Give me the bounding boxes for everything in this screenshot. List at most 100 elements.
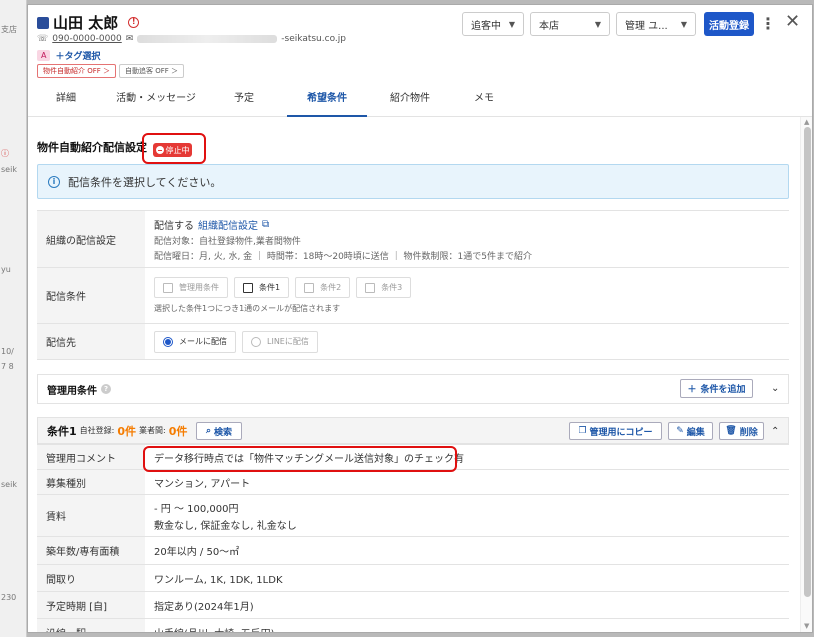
tab-preferences[interactable]: 希望条件 [287, 87, 367, 117]
info-icon: i [48, 175, 60, 188]
row-value: ワンルーム, 1K, 1DK, 1LDK [154, 574, 283, 586]
background-text: 7 8 [1, 362, 14, 371]
scroll-down-icon[interactable]: ▼ [804, 622, 809, 630]
auto-intro-chip[interactable]: 物件自動紹介 OFF ＞ [37, 64, 117, 78]
radio-label: メールに配信 [179, 337, 227, 346]
checkbox-cond1[interactable]: 条件1 [234, 277, 290, 298]
tag-badge: A [37, 50, 51, 61]
row-value: 20年以内 / 50〜㎡ [154, 547, 240, 558]
scrollbar[interactable]: ▲ ▼ [800, 117, 812, 632]
phone-icon: ☏ [37, 34, 49, 44]
highlight-box [142, 133, 206, 164]
checkbox-cond3[interactable]: 条件3 [356, 277, 412, 298]
branch-select[interactable]: 本店 ▼ [530, 12, 610, 36]
row-label: 沿線・駅 [37, 619, 145, 632]
row-value: 指定あり(2024年1月) [154, 601, 254, 613]
row-label: 配信先 [37, 324, 145, 359]
edit-button[interactable]: ✎ 編集 [668, 422, 713, 440]
search-button-label: 検索 [214, 427, 233, 438]
chevron-down-icon: ▼ [594, 19, 601, 29]
copy-to-management-button[interactable]: ❐ 管理用にコピー [569, 422, 662, 440]
section-title: 物件自動紹介配信設定 [37, 141, 147, 154]
org-target: 配信対象：自社登録物件,業者間物件 [154, 236, 301, 247]
help-icon[interactable]: ? [101, 384, 111, 394]
background-alert-icon: ⓘ [1, 149, 9, 158]
radio-label: LINEに配信 [267, 337, 309, 346]
condition-row: 築年数/専有面積 20年以内 / 50〜㎡ [37, 537, 789, 565]
condition-row: 賃料 - 円 〜 100,000円 敷金なし, 保証金なし, 礼金なし [37, 495, 789, 537]
org-schedule: 配信曜日：月, 火, 水, 金 ｜ 時間帯：18時〜20時頃に送信 ｜ 物件数制… [154, 251, 532, 262]
checkbox-box [365, 282, 376, 293]
condition-row: 沿線・駅 山手線(品川, 大崎, 五反田) [37, 619, 789, 633]
branch-select-value: 本店 [539, 20, 559, 32]
management-condition-header: 管理用条件 ? [37, 374, 789, 404]
chevron-down-icon[interactable]: ⌄ [771, 383, 779, 394]
row-label: 管理用コメント [37, 445, 145, 469]
checkbox-label: 管理用条件 [179, 283, 219, 292]
condition-row: 間取り ワンルーム, 1K, 1DK, 1LDK [37, 565, 789, 592]
add-condition-button[interactable]: ＋ 条件を追加 [680, 379, 753, 398]
checkbox-cond2[interactable]: 条件2 [295, 277, 351, 298]
alert-icon[interactable]: ! [128, 17, 140, 28]
plus-icon: ＋ [687, 385, 697, 395]
search-icon: ⌕ [205, 426, 212, 436]
close-icon[interactable]: ✕ [785, 11, 800, 32]
auto-followup-chip[interactable]: 自動追客 OFF ＞ [119, 64, 185, 78]
scroll-up-icon[interactable]: ▲ [804, 118, 809, 126]
checkbox-box [163, 282, 173, 293]
status-select-value: 追客中 [471, 20, 501, 32]
tab-memo[interactable]: メモ [464, 87, 504, 117]
background-text: seik [1, 165, 17, 174]
delete-button[interactable]: 🗑 削除 [719, 422, 764, 440]
manager-select[interactable]: 管理 ユ... ▼ [616, 12, 696, 36]
copy-button-label: 管理用にコピー [589, 427, 653, 438]
edit-button-label: 編集 [686, 427, 705, 438]
checkbox-box [304, 282, 315, 293]
row-label: 間取り [37, 565, 145, 591]
row-label: 募集種別 [37, 470, 145, 494]
condition-checkbox-group: 管理用条件 条件1 条件2 条件3 [154, 277, 789, 298]
tab-schedule[interactable]: 予定 [224, 87, 264, 117]
radio-email[interactable]: メールに配信 [154, 330, 236, 353]
external-link-icon[interactable]: ⧉ [262, 219, 269, 230]
row-value: - 円 〜 100,000円 敷金なし, 保証金なし, 礼金なし [145, 495, 789, 536]
status-select[interactable]: 追客中 ▼ [462, 12, 524, 36]
tab-details[interactable]: 詳細 [46, 87, 86, 117]
condition-row: 募集種別 マンション, アパート [37, 470, 789, 495]
row-value: メールに配信 LINEに配信 [145, 324, 789, 359]
row-value: 管理用条件 条件1 条件2 条件3 選択した条件1つにつき1通のメールが配信され… [145, 268, 789, 323]
tab-introduced[interactable]: 紹介物件 [380, 87, 440, 117]
settings-row: 配信条件 管理用条件 条件1 条件2 条件3 選択した条件1つにつき1通のメール… [37, 268, 789, 324]
row-label: 配信条件 [37, 268, 145, 323]
checkbox-box [243, 282, 253, 293]
add-condition-label: 条件を追加 [700, 385, 746, 395]
tag-select-link[interactable]: ＋タグ選択 [55, 49, 100, 62]
checkbox-kanri[interactable]: 管理用条件 [154, 277, 228, 298]
manager-select-value: 管理 ユ... [625, 20, 668, 32]
mail-icon: ✉ [125, 34, 134, 44]
self-count-label: 自社登録: [79, 426, 115, 435]
broker-count-label: 業者間: [139, 426, 166, 435]
scrollbar-thumb[interactable] [804, 127, 811, 597]
activity-register-button[interactable]: 活動登録 [704, 12, 754, 36]
radio-line[interactable]: LINEに配信 [242, 330, 318, 353]
contact-row: ☏ 090-0000-0000 ✉ -seikatsu.co.jp [37, 34, 346, 44]
email-domain: -seikatsu.co.jp [281, 34, 346, 44]
condition1-title: 条件1 [47, 424, 77, 438]
highlight-box [143, 446, 457, 472]
modal-body: 物件自動紹介配信設定 停止中 i 配信条件を選択してください。 組織の配信設定 … [28, 118, 800, 633]
row-label: 予定時期 [自] [37, 592, 145, 618]
phone-link[interactable]: 090-0000-0000 [52, 34, 121, 44]
chevron-up-icon[interactable]: ⌃ [771, 426, 779, 437]
condition1-table: 管理用コメント データ移行時点では「物件マッチングメール送信対象」のチェック有 … [37, 444, 789, 633]
more-menu-icon[interactable]: ⋮ [760, 14, 776, 33]
deposit-conditions: 敷金なし, 保証金なし, 礼金なし [154, 520, 297, 532]
row-value: 山手線(品川, 大崎, 五反田) [145, 619, 789, 633]
search-button[interactable]: ⌕ 検索 [196, 422, 242, 440]
tab-activity[interactable]: 活動・メッセージ [108, 87, 204, 117]
row-label: 築年数/専有面積 [37, 537, 145, 564]
customer-name-row: 山田 太郎 ! [37, 12, 140, 33]
org-setting-link[interactable]: 組織配信設定 [198, 217, 258, 232]
background-text: 230 [1, 593, 17, 602]
delivery-settings-table: 組織の配信設定 配信する 組織配信設定 ⧉ 配信対象：自社登録物件,業者間物件 … [37, 210, 789, 360]
